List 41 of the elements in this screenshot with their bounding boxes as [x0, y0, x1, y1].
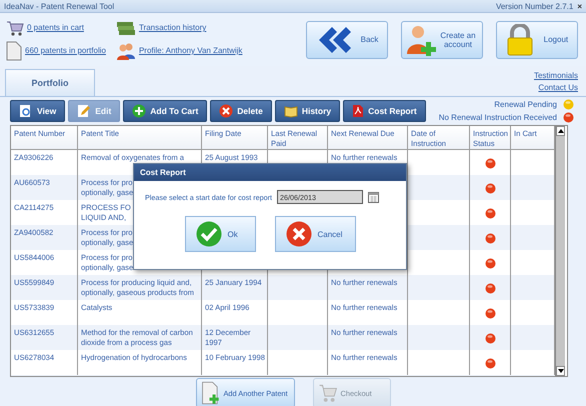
toolbar-button[interactable]: History: [274, 100, 340, 122]
document-add-icon: [200, 381, 220, 405]
scroll-up-icon[interactable]: [557, 127, 565, 135]
magnifier-document-icon: [19, 104, 33, 118]
header-button[interactable]: Create an account: [401, 20, 483, 58]
close-button[interactable]: ×: [577, 2, 582, 10]
header-button[interactable]: Back: [306, 20, 388, 58]
header-link[interactable]: Transaction history: [138, 23, 206, 32]
scroll-down-icon[interactable]: [557, 367, 565, 375]
padlock-icon: [506, 24, 534, 56]
header-link[interactable]: 660 patents in portfolio: [25, 46, 106, 55]
toolbar-button[interactable]: Cost Report: [343, 100, 426, 122]
checkmark-icon: [196, 221, 222, 247]
document-icon: [6, 40, 22, 60]
toolbar-button[interactable]: View: [10, 100, 66, 122]
calendar-icon[interactable]: [368, 192, 380, 202]
cross-icon: [286, 221, 312, 247]
pencil-document-icon: [77, 104, 92, 118]
toolbar-button[interactable]: Add To Cart: [123, 100, 208, 122]
legend-label: Renewal Pending: [494, 100, 557, 109]
header-link[interactable]: Profile: Anthony Van Zantwijk: [138, 46, 242, 55]
header-button[interactable]: Logout: [496, 20, 578, 58]
cross-icon: [219, 104, 234, 118]
legend-label: No Renewal Instruction Received: [438, 113, 557, 122]
dialog-button[interactable]: Ok: [184, 216, 256, 252]
window-title: IdeaNav - Patent Renewal Tool: [4, 2, 114, 10]
scrollbar[interactable]: [555, 126, 565, 376]
users-icon: [116, 42, 136, 60]
side-link[interactable]: Testimonials: [534, 70, 578, 80]
cart-icon: [6, 18, 24, 36]
tab[interactable]: Portfolio: [5, 69, 95, 96]
header-link[interactable]: 0 patents in cart: [27, 23, 84, 32]
version-number: Version Number 2.7.1: [496, 2, 574, 10]
dialog-button[interactable]: Cancel: [274, 216, 356, 252]
user-add-icon: [406, 24, 438, 56]
toolbar-button[interactable]: Delete: [210, 100, 272, 122]
dialog-title: Cost Report: [134, 164, 406, 181]
side-link[interactable]: Contact Us: [538, 82, 578, 92]
plus-icon: [132, 104, 146, 118]
pdf-icon: [352, 104, 364, 118]
book-icon: [284, 104, 298, 118]
